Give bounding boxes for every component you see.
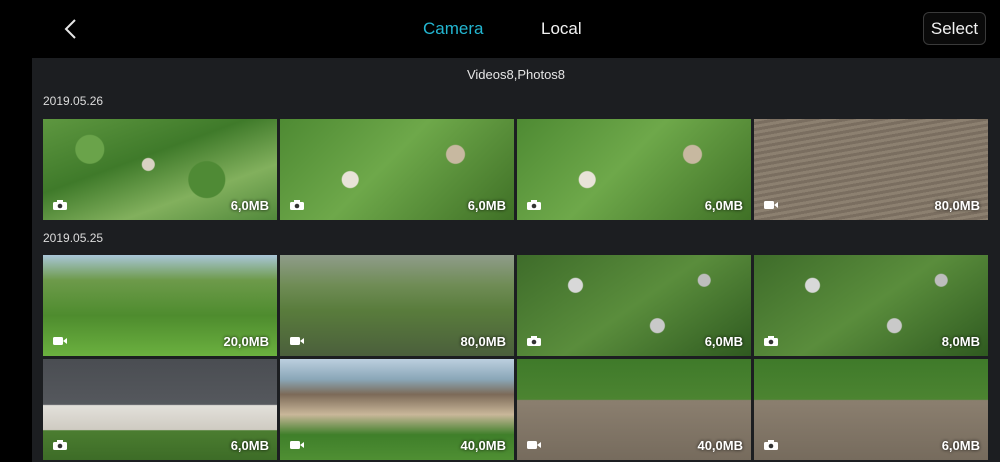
- file-size: 6,0MB: [230, 438, 269, 453]
- media-thumbnail[interactable]: 6,0MB: [280, 119, 514, 220]
- file-size: 40,0MB: [697, 438, 743, 453]
- camera-icon: [527, 336, 541, 346]
- tab-camera[interactable]: Camera: [423, 0, 483, 58]
- video-icon: [290, 337, 304, 345]
- file-size: 80,0MB: [460, 334, 506, 349]
- select-button[interactable]: Select: [923, 12, 986, 45]
- video-icon: [764, 201, 778, 209]
- media-thumbnail[interactable]: 8,0MB: [754, 255, 988, 356]
- camera-icon: [53, 440, 67, 450]
- media-thumbnail[interactable]: 40,0MB: [280, 359, 514, 460]
- file-size: 20,0MB: [223, 334, 269, 349]
- video-icon: [290, 441, 304, 449]
- file-size: 6,0MB: [704, 334, 743, 349]
- source-tabs: Camera Local: [0, 0, 1000, 58]
- media-summary: Videos8,Photos8: [466, 67, 566, 82]
- camera-icon: [53, 200, 67, 210]
- file-size: 6,0MB: [230, 198, 269, 213]
- media-thumbnail[interactable]: 80,0MB: [754, 119, 988, 220]
- media-thumbnail[interactable]: 6,0MB: [517, 119, 751, 220]
- video-icon: [527, 441, 541, 449]
- camera-icon: [764, 336, 778, 346]
- tab-local[interactable]: Local: [541, 0, 582, 58]
- media-thumbnail[interactable]: 80,0MB: [280, 255, 514, 356]
- date-header: 2019.05.25: [43, 231, 104, 245]
- camera-icon: [764, 440, 778, 450]
- file-size: 6,0MB: [467, 198, 506, 213]
- camera-icon: [290, 200, 304, 210]
- media-thumbnail[interactable]: 40,0MB: [517, 359, 751, 460]
- media-gallery[interactable]: Videos8,Photos8 2019.05.26 6,0MB 6,0MB 6…: [32, 58, 1000, 462]
- file-size: 8,0MB: [941, 334, 980, 349]
- media-thumbnail[interactable]: 6,0MB: [43, 359, 277, 460]
- media-thumbnail[interactable]: 6,0MB: [754, 359, 988, 460]
- file-size: 40,0MB: [460, 438, 506, 453]
- camera-icon: [527, 200, 541, 210]
- file-size: 6,0MB: [704, 198, 743, 213]
- file-size: 80,0MB: [934, 198, 980, 213]
- media-thumbnail[interactable]: 20,0MB: [43, 255, 277, 356]
- chevron-left-icon: [64, 19, 76, 39]
- file-size: 6,0MB: [941, 438, 980, 453]
- back-button[interactable]: [56, 14, 84, 44]
- date-header: 2019.05.26: [43, 94, 104, 108]
- media-grid: 20,0MB 80,0MB 6,0MB 8,0MB 6,0MB 40,0MB 4…: [43, 255, 988, 460]
- media-grid: 6,0MB 6,0MB 6,0MB 80,0MB: [43, 119, 988, 220]
- video-icon: [53, 337, 67, 345]
- media-thumbnail[interactable]: 6,0MB: [43, 119, 277, 220]
- top-bar: Camera Local Select: [0, 0, 1000, 58]
- media-thumbnail[interactable]: 6,0MB: [517, 255, 751, 356]
